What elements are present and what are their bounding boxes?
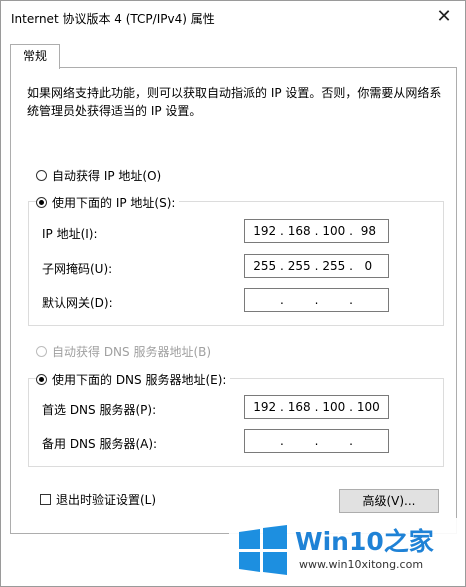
radio-auto-ip[interactable]: 自动获得 IP 地址(O) xyxy=(36,167,161,184)
alternate-dns-label: 备用 DNS 服务器(A): xyxy=(42,437,158,451)
dns-settings-group xyxy=(28,378,444,467)
radio-manual-dns-circle[interactable] xyxy=(36,374,47,385)
preferred-dns-octet-1: 192 xyxy=(253,400,277,414)
watermark-url: www.win10xitong.com xyxy=(299,558,424,571)
ip-address-octet-4: 98 xyxy=(360,224,376,238)
subnet-octet-4: 0 xyxy=(364,259,373,273)
ip-dot: . xyxy=(314,293,319,307)
default-gateway-label: 默认网关(D): xyxy=(42,296,113,310)
ip-dot: . xyxy=(280,434,284,448)
subnet-octet-2: 255 xyxy=(287,259,311,273)
window-title: Internet 协议版本 4 (TCP/IPv4) 属性 xyxy=(11,12,215,26)
watermark: Win10之家 www.win10xitong.com xyxy=(229,518,463,584)
preferred-dns-label: 首选 DNS 服务器(P): xyxy=(42,403,157,417)
dialog-window: Internet 协议版本 4 (TCP/IPv4) 属性 ✕ 常规 如果网络支… xyxy=(0,0,466,587)
radio-auto-ip-label: 自动获得 IP 地址(O) xyxy=(52,169,162,183)
windows-logo-icon xyxy=(239,525,287,575)
description-text: 如果网络支持此功能，则可以获取自动指派的 IP 设置。否则，你需要从网络系统管理… xyxy=(27,86,442,118)
radio-manual-ip[interactable]: 使用下面的 IP 地址(S): xyxy=(36,194,180,211)
default-gateway-input[interactable]: . . . xyxy=(244,288,389,312)
radio-manual-dns-label: 使用下面的 DNS 服务器地址(E): xyxy=(52,373,227,387)
alternate-dns-input[interactable]: . . . xyxy=(244,429,389,453)
subnet-octet-3: 255 xyxy=(322,259,346,273)
ip-dot: . xyxy=(280,400,284,414)
ip-dot: . xyxy=(314,259,319,273)
radio-manual-ip-label: 使用下面的 IP 地址(S): xyxy=(52,196,176,210)
ip-address-octet-2: 168 xyxy=(287,224,311,238)
ip-dot: . xyxy=(280,224,284,238)
preferred-dns-octet-2: 168 xyxy=(287,400,311,414)
ip-dot: . xyxy=(349,293,353,307)
watermark-brand: Win10之家 xyxy=(295,527,434,556)
ip-dot: . xyxy=(349,259,353,273)
ip-address-label: IP 地址(I): xyxy=(42,227,98,241)
ip-dot: . xyxy=(280,259,284,273)
tab-panel-general: 如果网络支持此功能，则可以获取自动指派的 IP 设置。否则，你需要从网络系统管理… xyxy=(10,67,457,534)
preferred-dns-input[interactable]: 192. 168. 100. 100 xyxy=(244,395,389,419)
radio-manual-ip-circle[interactable] xyxy=(36,197,47,208)
ip-dot: . xyxy=(349,400,353,414)
tab-general[interactable]: 常规 xyxy=(10,44,60,69)
preferred-dns-octet-4: 100 xyxy=(356,400,380,414)
ip-dot: . xyxy=(314,224,319,238)
ip-address-octet-3: 100 xyxy=(322,224,346,238)
radio-auto-dns[interactable]: 自动获得 DNS 服务器地址(B) xyxy=(36,343,211,360)
radio-auto-ip-circle[interactable] xyxy=(36,170,47,181)
validate-checkbox-label: 退出时验证设置(L) xyxy=(56,493,157,507)
ip-address-octet-1: 192 xyxy=(253,224,277,238)
title-bar: Internet 协议版本 4 (TCP/IPv4) 属性 ✕ xyxy=(1,1,465,35)
validate-on-exit-checkbox[interactable]: 退出时验证设置(L) xyxy=(40,491,156,508)
ip-address-input[interactable]: 192. 168. 100. 98 xyxy=(244,219,389,243)
ip-dot: . xyxy=(314,434,319,448)
ip-dot: . xyxy=(280,293,284,307)
subnet-octet-1: 255 xyxy=(253,259,277,273)
ip-dot: . xyxy=(349,434,353,448)
ip-dot: . xyxy=(314,400,319,414)
advanced-button[interactable]: 高级(V)... xyxy=(339,489,439,513)
preferred-dns-octet-3: 100 xyxy=(322,400,346,414)
radio-auto-dns-label: 自动获得 DNS 服务器地址(B) xyxy=(52,345,212,359)
close-button[interactable]: ✕ xyxy=(429,5,459,29)
subnet-mask-label: 子网掩码(U): xyxy=(42,262,113,276)
ip-dot: . xyxy=(349,224,353,238)
validate-checkbox-box[interactable] xyxy=(40,494,51,505)
radio-auto-dns-circle[interactable] xyxy=(36,346,47,357)
subnet-mask-input[interactable]: 255. 255. 255. 0 xyxy=(244,254,389,278)
radio-manual-dns[interactable]: 使用下面的 DNS 服务器地址(E): xyxy=(36,371,231,388)
